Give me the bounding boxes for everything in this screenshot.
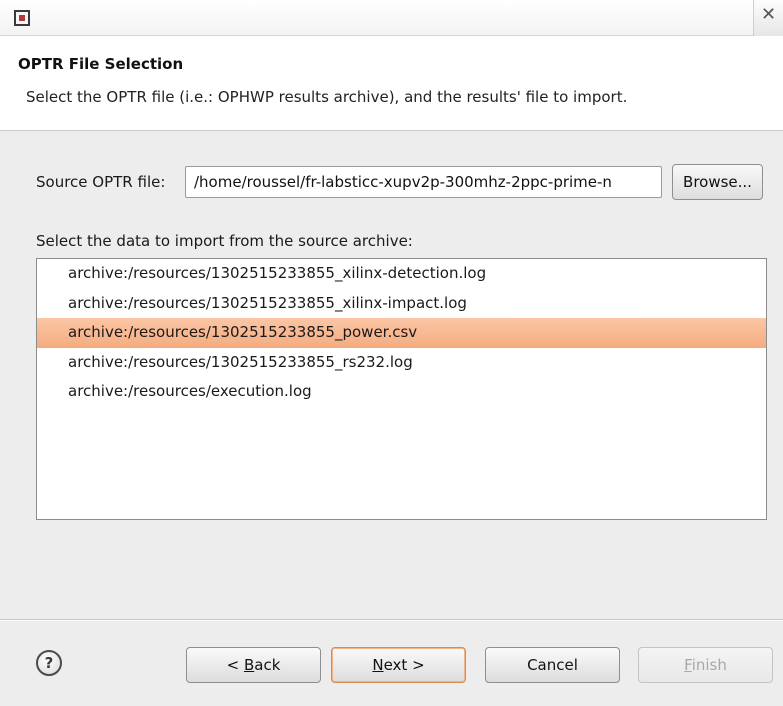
close-icon[interactable]: ✕ xyxy=(753,0,783,36)
browse-button[interactable]: Browse... xyxy=(672,164,763,200)
next-rest: ext > xyxy=(383,656,425,674)
app-window-icon[interactable] xyxy=(14,10,30,26)
button-bar-divider-highlight xyxy=(0,620,783,621)
back-mnemonic: B xyxy=(243,656,255,674)
next-button[interactable]: Next > xyxy=(331,647,466,683)
finish-rest: inish xyxy=(691,656,727,674)
next-mnemonic: N xyxy=(372,656,384,674)
page-title: OPTR File Selection xyxy=(18,55,184,73)
optr-import-dialog: ✕ OPTR File Selection Select the OPTR fi… xyxy=(0,0,783,706)
cancel-button[interactable]: Cancel xyxy=(485,647,620,683)
list-item[interactable]: archive:/resources/execution.log xyxy=(37,377,766,407)
back-prefix: < xyxy=(226,656,244,674)
source-file-input[interactable]: /home/roussel/fr-labsticc-xupv2p-300mhz-… xyxy=(185,166,662,198)
list-item[interactable]: archive:/resources/1302515233855_xilinx-… xyxy=(37,259,766,289)
finish-mnemonic: F xyxy=(684,656,692,674)
page-description: Select the OPTR file (i.e.: OPHWP result… xyxy=(26,88,628,106)
source-file-label: Source OPTR file: xyxy=(36,173,166,191)
list-item[interactable]: archive:/resources/1302515233855_xilinx-… xyxy=(37,289,766,319)
back-rest: ack xyxy=(254,656,281,674)
list-item-selected[interactable]: archive:/resources/1302515233855_power.c… xyxy=(37,318,766,348)
archive-file-list[interactable]: archive:/resources/1302515233855_xilinx-… xyxy=(36,258,767,520)
list-item[interactable]: archive:/resources/1302515233855_rs232.l… xyxy=(37,348,766,378)
wizard-header: OPTR File Selection Select the OPTR file… xyxy=(0,36,783,131)
help-icon[interactable]: ? xyxy=(36,650,62,676)
title-bar: ✕ xyxy=(0,0,783,36)
back-button[interactable]: < Back xyxy=(186,647,321,683)
finish-button[interactable]: Finish xyxy=(638,647,773,683)
data-selection-label: Select the data to import from the sourc… xyxy=(36,232,413,250)
